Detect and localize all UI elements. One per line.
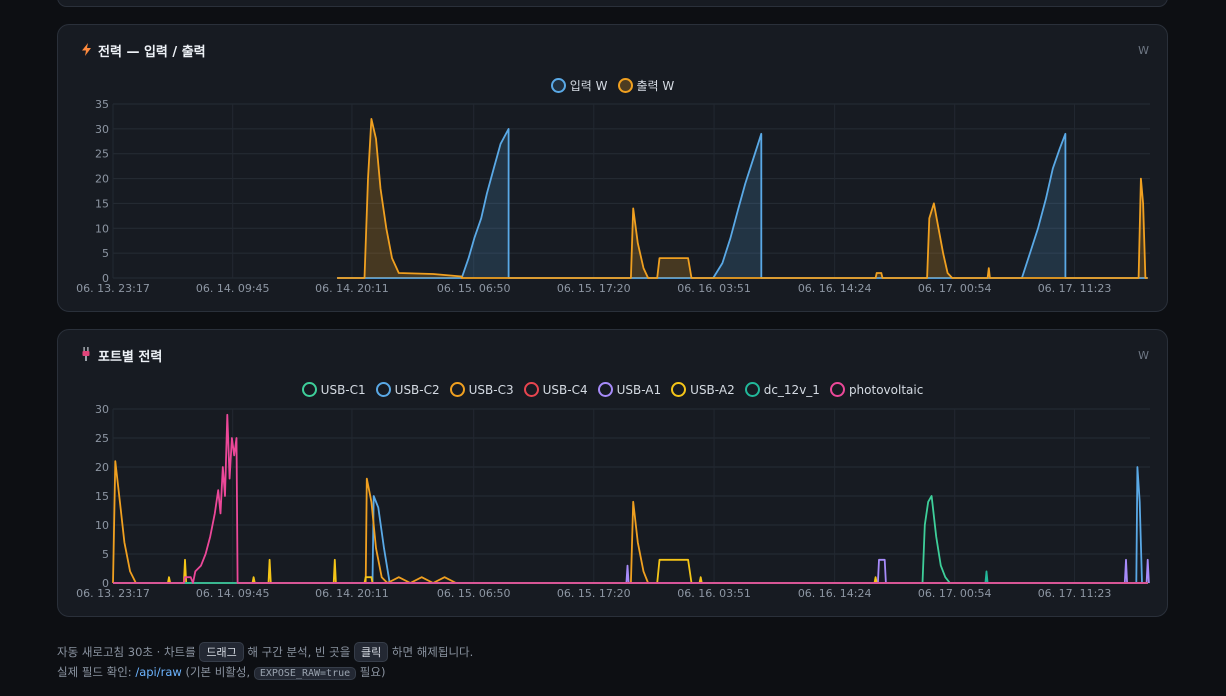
raw-text: 필요) <box>359 665 386 679</box>
x-tick-label: 06. 16. 14:24 <box>798 282 872 295</box>
x-tick-label: 06. 16. 03:51 <box>677 587 751 600</box>
previous-card <box>57 0 1168 7</box>
footer-hint: 자동 새로고침 30초 · 차트를 드래그 해 구간 분석, 빈 곳을 클릭 하… <box>57 642 473 662</box>
x-tick-label: 06. 16. 03:51 <box>677 282 751 295</box>
power-io-card: 전력 — 입력 / 출력 W 입력 W 출력 W 0 5 10 15 20 25 30 35 0… <box>57 24 1168 312</box>
y-tick-label: 20 <box>95 173 109 186</box>
y-tick-label: 10 <box>95 519 109 532</box>
x-tick-label: 06. 15. 06:50 <box>437 587 511 600</box>
hint-text: 자동 새로고침 30초 · 차트를 <box>57 645 196 659</box>
raw-text: (기본 비활성, <box>185 665 251 679</box>
x-tick-label: 06. 14. 20:11 <box>315 587 389 600</box>
series-line-2 <box>112 460 1148 584</box>
hint-text: 하면 해제됩니다. <box>391 645 474 659</box>
series-line-0 <box>113 495 1148 584</box>
y-tick-label: 25 <box>95 148 109 161</box>
series-line-7 <box>113 413 1148 584</box>
x-tick-label: 06. 15. 17:20 <box>557 587 631 600</box>
port-power-chart[interactable]: 05101520253006. 13. 23:17 06. 14. 09:45 06… <box>58 330 1169 618</box>
y-tick-label: 15 <box>95 490 109 503</box>
y-tick-label: 5 <box>102 247 109 260</box>
x-tick-label: 06. 15. 06:50 <box>437 282 511 295</box>
raw-label: 실제 필드 확인: <box>57 665 132 679</box>
y-tick-label: 5 <box>102 548 109 561</box>
x-tick-label: 06. 13. 23:17 <box>76 587 150 600</box>
api-raw-link[interactable]: /api/raw <box>135 665 181 679</box>
x-tick-label: 06. 13. 23:17 <box>76 282 150 295</box>
y-tick-label: 10 <box>95 222 109 235</box>
y-tick-label: 20 <box>95 461 109 474</box>
y-tick-label: 30 <box>95 123 109 136</box>
y-tick-label: 30 <box>95 403 109 416</box>
x-tick-label: 06. 14. 09:45 <box>196 587 270 600</box>
port-power-card: 포트별 전력 W USB-C1 USB-C2 USB-C3 USB-C4 USB-A1 U… <box>57 329 1168 617</box>
click-kbd: 클릭 <box>353 642 389 662</box>
x-tick-label: 06. 14. 20:11 <box>315 282 389 295</box>
drag-kbd: 드래그 <box>199 642 244 662</box>
x-tick-label: 06. 17. 00:54 <box>918 282 992 295</box>
power-io-chart[interactable]: 0510152025303506. 13. 23:17 06. 14. 09:45… <box>58 25 1169 313</box>
x-tick-label: 06. 15. 17:20 <box>557 282 631 295</box>
y-tick-label: 25 <box>95 432 109 445</box>
env-code: EXPOSE_RAW=true <box>253 667 357 680</box>
hint-text: 해 구간 분석, 빈 곳을 <box>247 645 351 659</box>
x-tick-label: 06. 14. 09:45 <box>196 282 270 295</box>
x-tick-label: 06. 17. 11:23 <box>1038 282 1112 295</box>
y-tick-label: 35 <box>95 98 109 111</box>
footer-raw: 실제 필드 확인: /api/raw (기본 비활성, EXPOSE_RAW=t… <box>57 664 385 680</box>
x-tick-label: 06. 17. 00:54 <box>918 587 992 600</box>
x-tick-label: 06. 17. 11:23 <box>1038 587 1112 600</box>
y-tick-label: 15 <box>95 197 109 210</box>
x-tick-label: 06. 16. 14:24 <box>798 587 872 600</box>
